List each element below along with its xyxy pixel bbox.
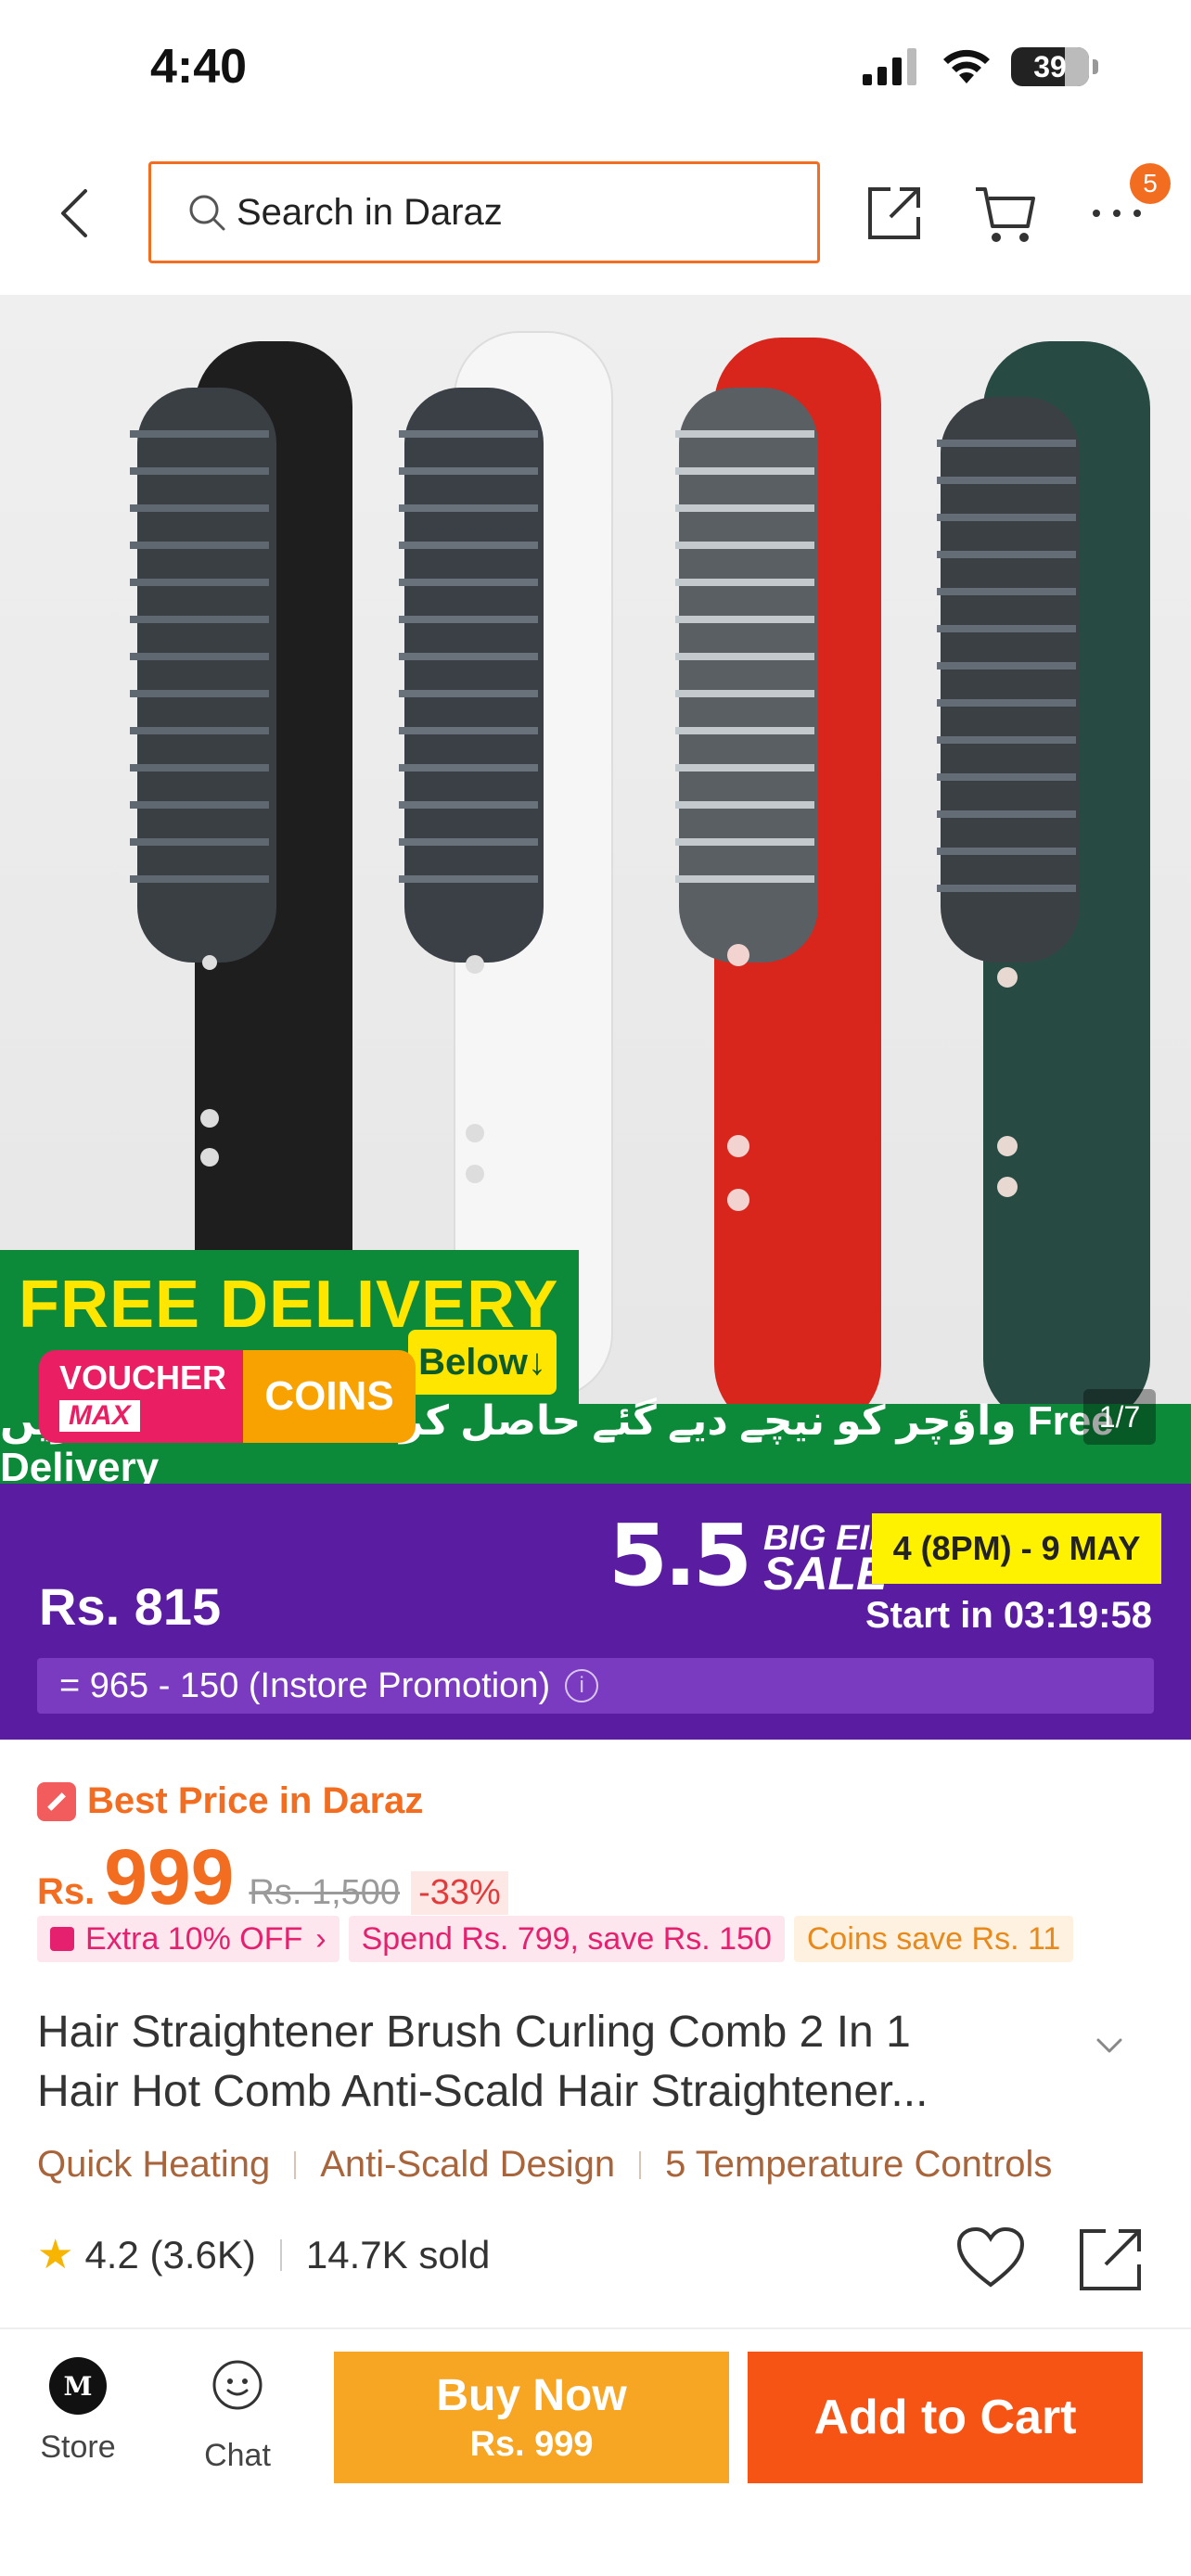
search-input[interactable]: Search in Daraz <box>148 161 820 263</box>
product-title-line-1: Hair Straightener Brush Curling Comb 2 I… <box>37 2008 911 2057</box>
share-product-icon[interactable] <box>1074 2222 1148 2296</box>
info-icon[interactable]: i <box>565 1669 599 1702</box>
share-button[interactable] <box>857 176 931 250</box>
feature-divider <box>639 2150 642 2179</box>
trend-down-icon <box>37 1781 76 1821</box>
product-title-line-2: Hair Hot Comb Anti-Scald Hair Straighten… <box>37 2067 928 2116</box>
below-arrow-label: Below↓ <box>408 1330 557 1395</box>
signal-icon <box>863 48 916 85</box>
header: Search in Daraz <box>0 139 1191 287</box>
star-icon: ★ <box>37 2232 74 2277</box>
feature-tags: Quick Heating Anti-Scald Design 5 Temper… <box>37 2144 1052 2186</box>
sold-count: 14.7K sold <box>305 2232 491 2276</box>
extra-off-chip[interactable]: Extra 10% OFF › <box>37 1916 339 1962</box>
rating-divider <box>279 2238 282 2271</box>
chevron-left-icon <box>61 189 87 237</box>
coins-save-chip[interactable]: Coins save Rs. 11 <box>793 1916 1074 1962</box>
buy-now-label: Buy Now <box>436 2371 627 2420</box>
big-eid-sale-logo: 5.5 BIG EID SALE <box>608 1506 894 1605</box>
chat-button[interactable]: Chat <box>182 2357 293 2474</box>
cart-icon <box>976 187 1035 242</box>
rating-value: 4.2 (3.6K) <box>84 2232 256 2276</box>
add-to-cart-button[interactable]: Add to Cart <box>748 2352 1143 2483</box>
share-icon <box>868 187 920 239</box>
best-price-text: Best Price in Daraz <box>87 1780 424 1821</box>
cart-button[interactable] <box>968 176 1043 250</box>
sale-countdown: Start in 03:19:58 <box>864 1595 1152 1636</box>
battery-tip <box>1093 59 1098 74</box>
chevron-right-icon: › <box>315 1920 327 1957</box>
discount-badge: -33% <box>411 1871 508 1915</box>
status-time: 4:40 <box>150 40 248 94</box>
feature-tag: 5 Temperature Controls <box>665 2144 1053 2185</box>
more-icon <box>1093 210 1141 217</box>
brush-green <box>937 341 1150 1426</box>
currency-label: Rs. <box>37 1871 96 1912</box>
voucher-icon <box>50 1927 74 1951</box>
feature-tag: Quick Heating <box>37 2144 271 2185</box>
brush-white <box>399 331 613 1399</box>
feature-tag: Anti-Scald Design <box>320 2144 616 2185</box>
status-bar: 4:40 39 <box>0 0 1191 139</box>
spend-save-chip[interactable]: Spend Rs. 799, save Rs. 150 <box>348 1916 785 1962</box>
promo-chips: Extra 10% OFF › Spend Rs. 799, save Rs. … <box>37 1916 1074 1962</box>
chat-icon <box>212 2360 263 2410</box>
voucher-max-tag: VOUCHER MAX <box>39 1350 243 1443</box>
feature-divider <box>294 2150 297 2179</box>
product-image-carousel[interactable]: FREE DELIVERY Below↓ ریں Collect واؤچر ک… <box>0 295 1191 1484</box>
sale-date-range: 4 (8PM) - 9 MAY <box>872 1513 1161 1584</box>
original-price: Rs. 1,500 <box>249 1873 401 1912</box>
chat-label: Chat <box>204 2438 271 2473</box>
wifi-icon <box>943 49 990 83</box>
promo-price: Rs. 815 <box>39 1577 222 1636</box>
store-label: Store <box>40 2429 116 2465</box>
instore-promotion[interactable]: = 965 - 150 (Instore Promotion) i <box>37 1658 1154 1714</box>
sale-number: 5.5 <box>608 1506 752 1605</box>
buy-now-button[interactable]: Buy Now Rs. 999 <box>334 2352 729 2483</box>
best-price-label: Best Price in Daraz <box>37 1780 423 1822</box>
current-price: 999 <box>104 1833 235 1920</box>
back-button[interactable] <box>46 176 102 250</box>
store-logo-icon: M <box>49 2357 107 2415</box>
brush-red <box>675 338 881 1432</box>
instore-promotion-text: = 965 - 150 (Instore Promotion) <box>59 1665 551 1705</box>
status-icons: 39 <box>863 46 1098 87</box>
buy-now-price: Rs. 999 <box>469 2425 594 2464</box>
brush-black <box>130 341 352 1398</box>
store-button[interactable]: M Store <box>22 2357 134 2466</box>
price-row: Rs. 999 Rs. 1,500 -33% <box>37 1832 508 1922</box>
rating-row[interactable]: ★ 4.2 (3.6K) 14.7K sold <box>37 2231 490 2278</box>
search-placeholder: Search in Daraz <box>237 191 503 233</box>
battery-icon: 39 <box>1011 47 1089 86</box>
wishlist-heart-icon[interactable] <box>954 2222 1028 2296</box>
max-label: MAX <box>59 1400 140 1432</box>
coins-tag: COINS <box>243 1350 416 1443</box>
cart-badge: 5 <box>1130 163 1171 204</box>
search-icon <box>189 195 225 231</box>
sale-promo-band: 5.5 BIG EID SALE 4 (8PM) - 9 MAY Rs. 815… <box>0 1484 1191 1740</box>
product-title[interactable]: Hair Straightener Brush Curling Comb 2 I… <box>37 2003 1076 2122</box>
chevron-down-icon[interactable] <box>1091 2027 1128 2064</box>
bottom-action-bar: M Store Chat Buy Now Rs. 999 Add to Cart <box>0 2327 1191 2576</box>
image-page-counter: 1/7 <box>1083 1389 1156 1445</box>
voucher-label: VOUCHER <box>59 1358 227 1396</box>
